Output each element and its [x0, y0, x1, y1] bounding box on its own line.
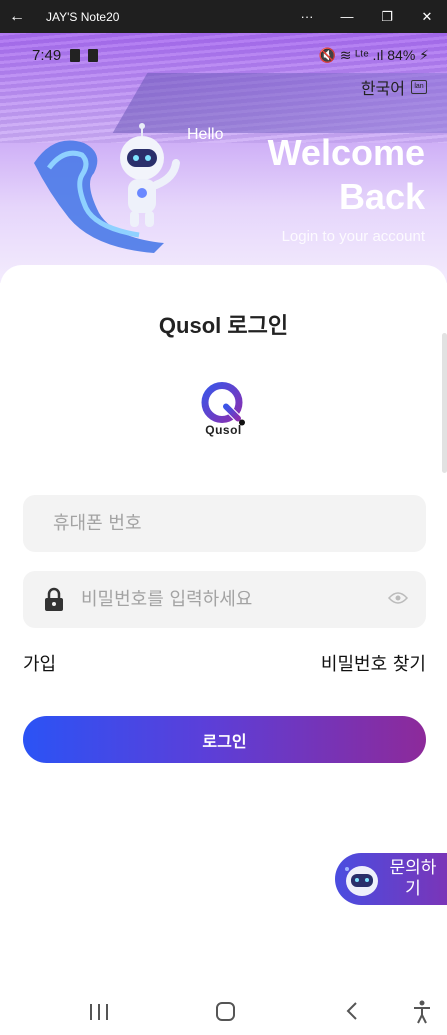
eye-icon[interactable] [388, 591, 408, 605]
login-subtitle: Login to your account [281, 228, 425, 245]
language-icon: lan [411, 80, 427, 94]
home-button[interactable] [216, 1002, 235, 1021]
login-title: Qusol 로그인 [158, 313, 289, 338]
hero-banner: 7:49 🔇 ≋ ᴸᵗᵉ .ıl 84% ⚡ 한국어 lan Hello Wel [0, 33, 447, 283]
password-input[interactable] [23, 571, 426, 628]
window-back-button[interactable]: ← [0, 8, 34, 26]
language-label: 한국어 [360, 81, 405, 98]
language-selector[interactable]: 한국어 lan [361, 75, 427, 99]
signup-link[interactable]: 가입 [23, 650, 56, 676]
window-close-button[interactable]: ✕ [407, 9, 447, 25]
phone-screen: 7:49 🔇 ≋ ᴸᵗᵉ .ıl 84% ⚡ 한국어 lan Hello Wel [0, 33, 447, 1035]
window-title-bar: ← JAY'S Note20 ··· — ❐ ✕ [0, 0, 447, 33]
back-icon[interactable] [345, 1001, 359, 1021]
astronaut-mascot-icon [34, 123, 180, 253]
scrollbar[interactable] [442, 333, 447, 473]
android-nav-bar [0, 996, 447, 1035]
inquiry-button[interactable]: 문의하기 [335, 853, 447, 905]
phone-field [23, 495, 426, 552]
notification-icon-2 [88, 49, 98, 62]
find-password-link[interactable]: 비밀번호 찾기 [321, 650, 426, 676]
hello-text: Hello [187, 126, 224, 143]
accessibility-icon[interactable] [412, 1000, 432, 1024]
window-title: JAY'S Note20 [46, 9, 120, 24]
logo-text: Qusol [205, 423, 242, 437]
status-bar: 7:49 🔇 ≋ ᴸᵗᵉ .ıl 84% ⚡ [0, 47, 447, 69]
window-minimize-button[interactable]: — [327, 9, 367, 24]
window-restore-button[interactable]: ❐ [367, 9, 407, 25]
status-time: 7:49 [32, 47, 62, 64]
login-button[interactable]: 로그인 [23, 716, 426, 763]
window-more-button[interactable]: ··· [287, 9, 327, 24]
password-field [23, 571, 426, 628]
recent-apps-button[interactable] [90, 1004, 108, 1020]
status-indicators: 🔇 ≋ ᴸᵗᵉ .ıl 84% ⚡ [318, 47, 429, 63]
robot-icon [345, 866, 378, 896]
welcome-heading: Welcome Back [267, 132, 425, 217]
notification-icon [70, 49, 80, 62]
inquiry-label: 문의하기 [389, 858, 437, 899]
phone-input[interactable] [23, 495, 426, 552]
